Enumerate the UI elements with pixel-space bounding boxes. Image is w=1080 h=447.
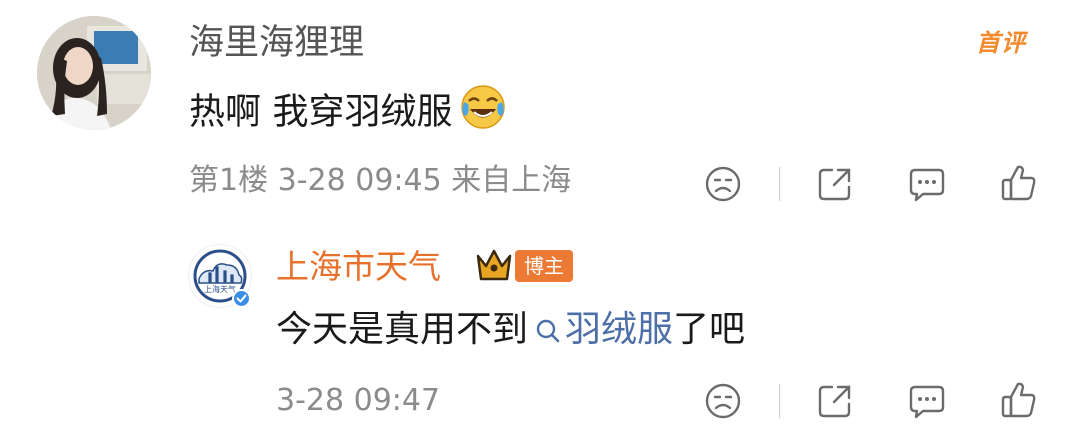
crown-icon <box>474 246 514 288</box>
first-comment-badge: 首评 <box>976 29 1026 57</box>
blogger-badge: 博主 <box>515 250 573 282</box>
reply-time: 3-28 09:47 <box>276 383 441 418</box>
action-divider <box>779 167 780 201</box>
reply-text: 今天是真用不到 羽绒服了吧 <box>276 306 745 358</box>
reply-username[interactable]: 上海市天气 <box>276 245 441 289</box>
comment-text-body: 热啊 我穿羽绒服 <box>189 91 453 133</box>
dislike-icon[interactable] <box>704 382 742 424</box>
share-icon[interactable] <box>816 382 854 424</box>
comment-icon[interactable] <box>907 382 947 424</box>
laughing-crying-emoji-icon <box>460 84 506 143</box>
comment-meta: 第1楼 3-28 09:45 来自上海 <box>189 161 571 201</box>
share-icon[interactable] <box>816 165 854 207</box>
svg-text:上海天气: 上海天气 <box>204 284 236 294</box>
like-icon[interactable] <box>1000 163 1038 207</box>
reply-text-before: 今天是真用不到 <box>276 309 529 350</box>
like-icon[interactable] <box>1000 380 1038 424</box>
comment-username[interactable]: 海里海狸理 <box>189 22 364 64</box>
dislike-icon[interactable] <box>704 165 742 207</box>
search-icon <box>534 310 562 358</box>
comment-icon[interactable] <box>907 165 947 207</box>
comment-location: 来自上海 <box>451 163 572 198</box>
topic-link[interactable]: 羽绒服 <box>565 309 673 350</box>
comment-time: 3-28 09:45 <box>277 163 442 198</box>
verified-badge-icon <box>232 289 251 308</box>
action-divider <box>779 384 780 418</box>
reply-text-after: 了吧 <box>673 309 746 350</box>
comment-text: 热啊 我穿羽绒服 <box>189 84 506 143</box>
user-avatar[interactable] <box>37 16 151 130</box>
floor-label: 第1楼 <box>189 163 269 198</box>
